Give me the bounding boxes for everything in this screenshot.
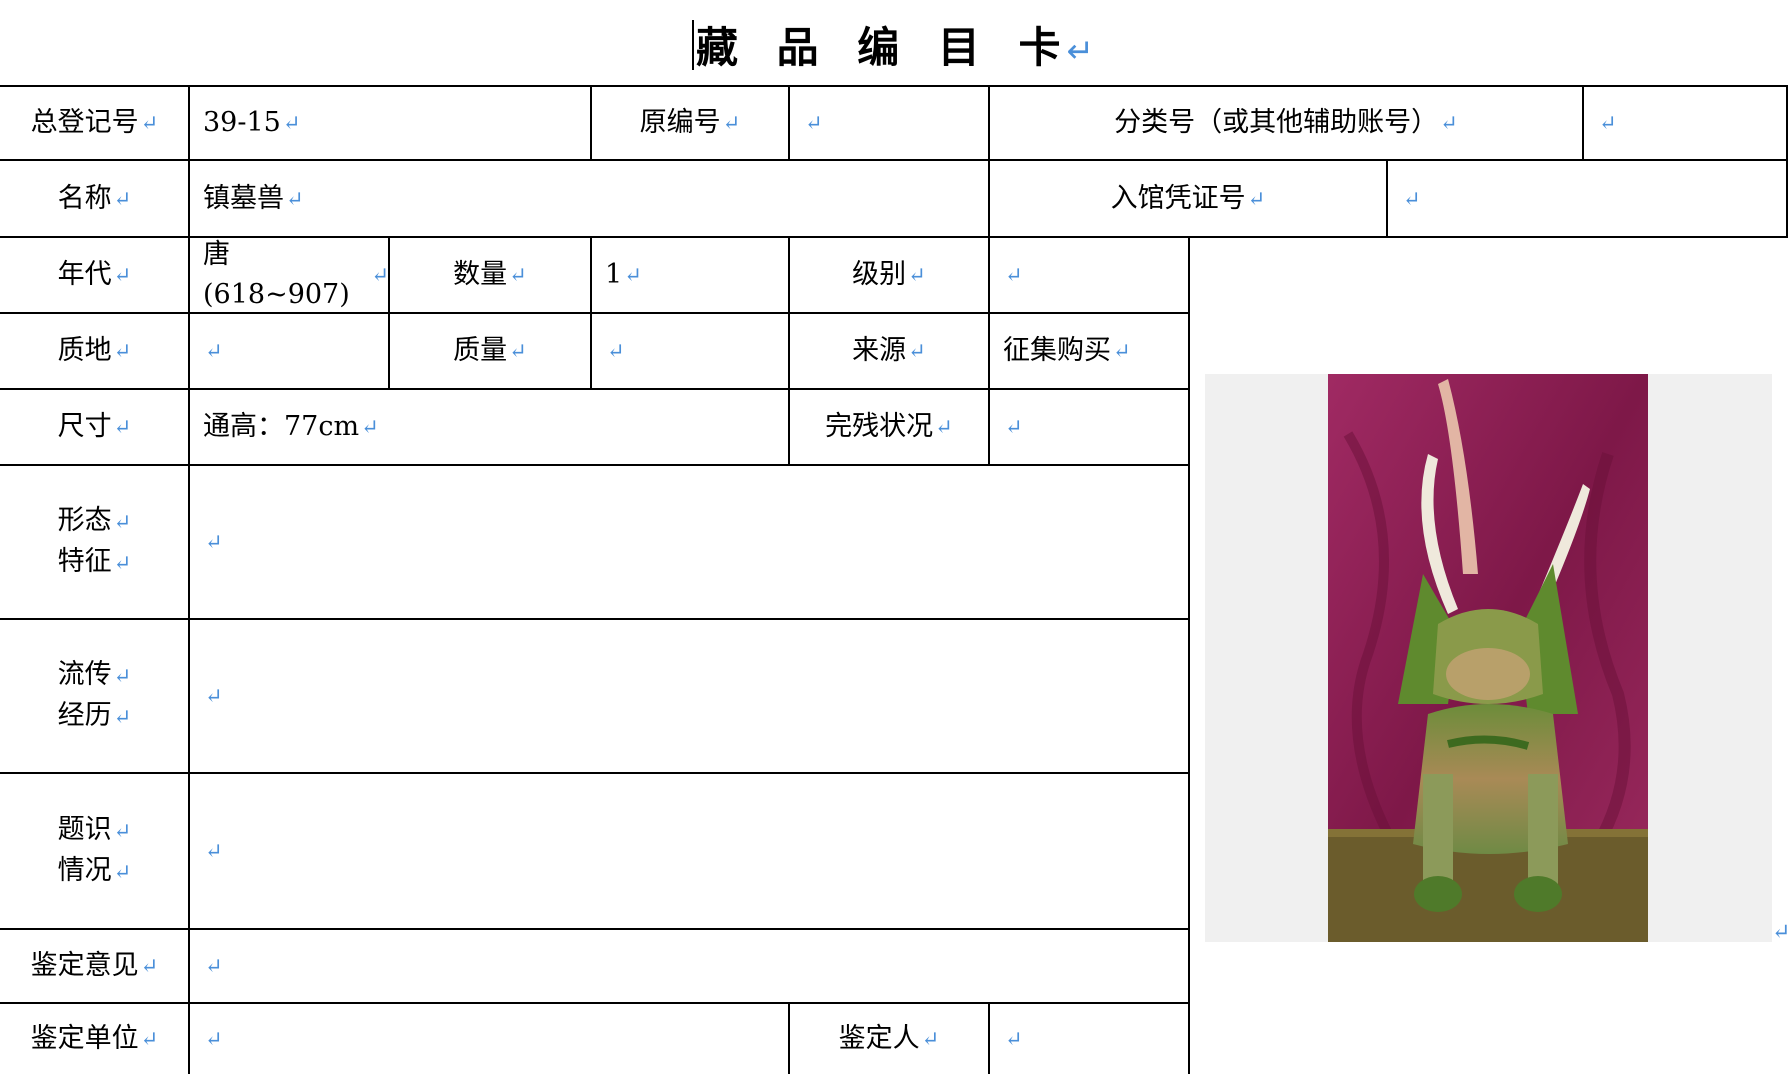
appraiser-label: 鉴定人 ↵ [789, 1003, 989, 1074]
condition-label: 完残状况 ↵ [789, 389, 989, 465]
paragraph-mark: ↵ [921, 1025, 940, 1051]
form-features-value[interactable]: ↵ [189, 465, 1189, 619]
tomb-guardian-image [1328, 374, 1648, 942]
paragraph-mark: ↵ [205, 953, 223, 978]
paragraph-mark: ↵ [361, 414, 379, 439]
paragraph-mark: ↵ [140, 1025, 159, 1051]
paragraph-mark: ↵ [908, 338, 926, 363]
text-cursor [692, 20, 695, 70]
paragraph-mark: ↵ [371, 262, 389, 287]
voucher-no-label: 入馆凭证号 ↵ [989, 160, 1387, 237]
paragraph-mark: ↵ [205, 1025, 223, 1051]
appraiser-value[interactable]: ↵ [989, 1003, 1189, 1074]
paragraph-mark: ↵ [113, 859, 132, 884]
paragraph-mark: ↵ [1005, 1025, 1023, 1051]
paragraph-mark: ↵ [113, 550, 132, 575]
paragraph-mark: ↵ [1005, 262, 1023, 287]
appraisal-unit-value[interactable]: ↵ [189, 1003, 789, 1074]
paragraph-mark: ↵ [1599, 110, 1617, 135]
paragraph-mark: ↵ [113, 663, 132, 688]
inscription-label: 题识↵ 情况↵ [57, 814, 132, 886]
reg-no-label: 总登记号 ↵ [0, 86, 189, 160]
material-value[interactable]: ↵ [189, 313, 389, 389]
paragraph-mark: ↵ [1440, 110, 1458, 135]
material-label: 质地 ↵ [0, 313, 189, 389]
card-title: 藏 品 编 目 卡↵ [0, 14, 1790, 75]
paragraph-mark: ↵ [624, 262, 642, 287]
condition-value[interactable]: ↵ [989, 389, 1189, 465]
weight-value[interactable]: ↵ [591, 313, 789, 389]
artifact-photo[interactable] [1205, 374, 1772, 942]
paragraph-mark: ↵ [1247, 185, 1266, 211]
orig-no-value[interactable]: ↵ [789, 86, 989, 160]
provenance-label: 流传↵ 经历↵ [57, 659, 132, 731]
paragraph-mark: ↵ [1005, 414, 1023, 439]
class-no-label: 分类号（或其他辅助账号） ↵ [989, 86, 1583, 160]
paragraph-mark: ↵ [935, 414, 953, 439]
paragraph-mark: ↵ [607, 338, 625, 363]
orig-no-label: 原编号 ↵ [591, 86, 789, 160]
paragraph-mark: ↵ [1772, 920, 1790, 945]
reg-no-value[interactable]: 39-15 ↵ [189, 86, 591, 160]
paragraph-mark: ↵ [205, 838, 223, 863]
paragraph-mark: ↵ [1066, 32, 1098, 70]
name-value[interactable]: 镇墓兽 ↵ [189, 160, 989, 237]
paragraph-mark: ↵ [113, 509, 132, 534]
size-value[interactable]: 通高：77cm ↵ [189, 389, 789, 465]
era-value[interactable]: 唐(618~907) ↵ [189, 237, 389, 313]
paragraph-mark: ↵ [1113, 338, 1131, 363]
paragraph-mark: ↵ [286, 185, 304, 211]
paragraph-mark: ↵ [805, 110, 823, 135]
paragraph-mark: ↵ [908, 262, 926, 287]
provenance-value[interactable]: ↵ [189, 619, 1189, 773]
paragraph-mark: ↵ [113, 818, 132, 843]
quantity-value[interactable]: 1 ↵ [591, 237, 789, 313]
paragraph-mark: ↵ [1403, 185, 1421, 211]
paragraph-mark: ↵ [113, 262, 132, 287]
paragraph-mark: ↵ [509, 338, 527, 363]
appraisal-unit-label: 鉴定单位 ↵ [0, 1003, 189, 1074]
grade-value[interactable]: ↵ [989, 237, 1189, 313]
paragraph-mark: ↵ [205, 683, 223, 708]
paragraph-mark: ↵ [113, 338, 132, 363]
paragraph-mark: ↵ [140, 953, 159, 978]
paragraph-mark: ↵ [113, 185, 132, 211]
quantity-label: 数量 ↵ [389, 237, 591, 313]
voucher-no-value[interactable]: ↵ [1387, 160, 1787, 237]
era-label: 年代 ↵ [0, 237, 189, 313]
name-label: 名称 ↵ [0, 160, 189, 237]
paragraph-mark: ↵ [509, 262, 527, 287]
source-value[interactable]: 征集购买 ↵ [989, 313, 1189, 389]
appraisal-opinion-label: 鉴定意见 ↵ [0, 929, 189, 1003]
appraisal-opinion-value[interactable]: ↵ [189, 929, 1189, 1003]
catalog-card-page: 藏 品 编 目 卡↵ 总登记号 ↵ 39-15 ↵ 原编号 ↵ ↵ 分类号（或其… [0, 0, 1790, 1074]
paragraph-mark: ↵ [140, 110, 159, 135]
paragraph-mark: ↵ [113, 414, 132, 439]
weight-label: 质量 ↵ [389, 313, 591, 389]
paragraph-mark: ↵ [282, 110, 301, 135]
paragraph-mark: ↵ [205, 529, 223, 554]
grade-label: 级别 ↵ [789, 237, 989, 313]
class-no-value[interactable]: ↵ [1583, 86, 1787, 160]
size-label: 尺寸 ↵ [0, 389, 189, 465]
paragraph-mark: ↵ [113, 704, 132, 729]
inscription-value[interactable]: ↵ [189, 773, 1189, 929]
paragraph-mark: ↵ [205, 338, 223, 363]
form-features-label: 形态↵ 特征↵ [57, 505, 132, 577]
source-label: 来源 ↵ [789, 313, 989, 389]
paragraph-mark: ↵ [722, 110, 741, 135]
